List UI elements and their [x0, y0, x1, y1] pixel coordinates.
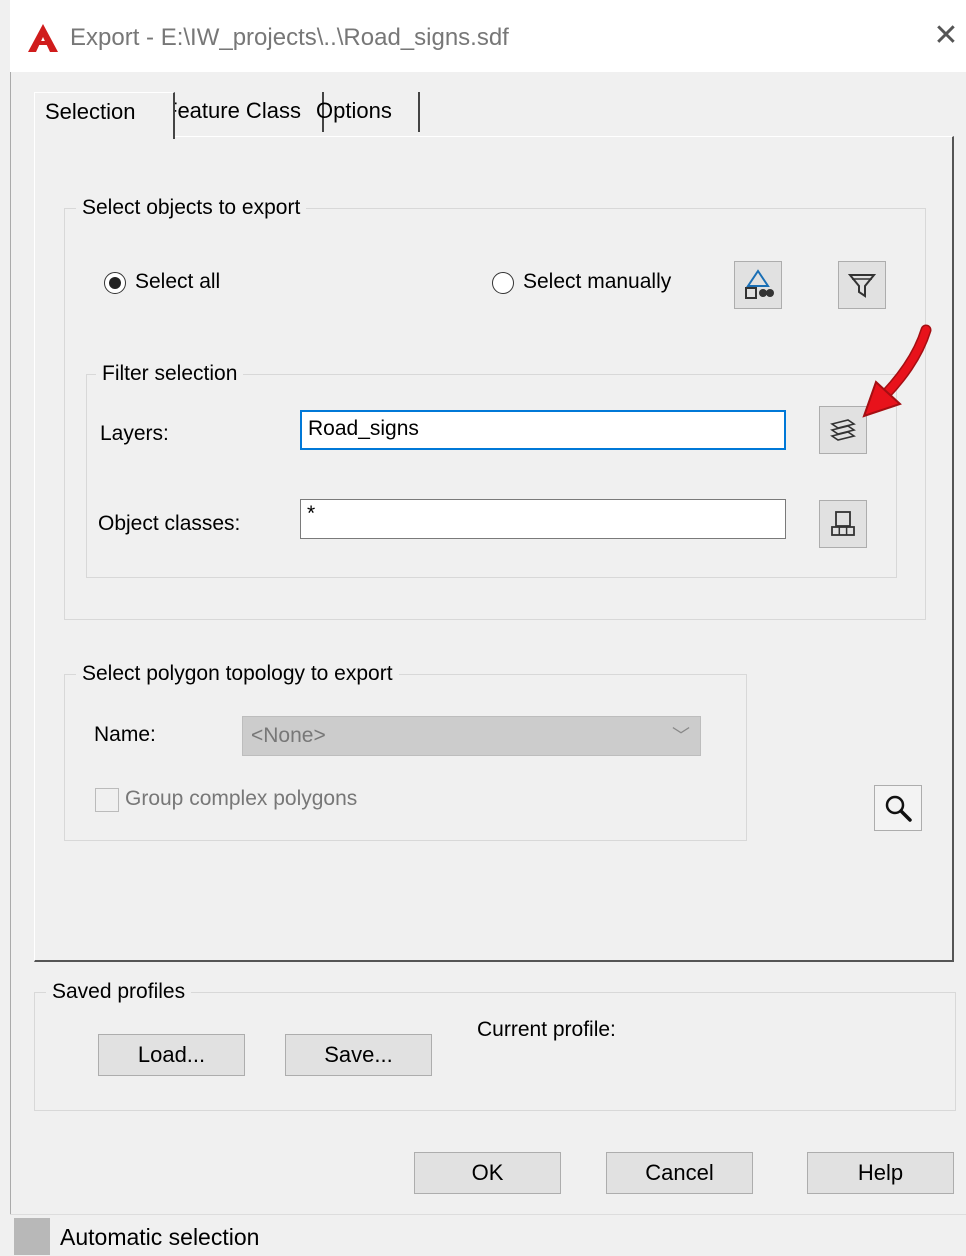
object-class-icon [831, 511, 855, 536]
object-classes-input[interactable]: * [300, 499, 786, 539]
filter-funnel-icon [847, 274, 877, 298]
close-icon[interactable]: ✕ [930, 20, 962, 52]
save-profile-button[interactable]: Save... [285, 1034, 432, 1076]
name-label: Name: [94, 723, 156, 746]
saved-profiles-legend: Saved profiles [46, 980, 192, 1004]
ok-button[interactable]: OK [414, 1152, 561, 1194]
select-objects-button[interactable] [734, 261, 782, 309]
group-complex-polygons-checkbox[interactable] [95, 788, 119, 812]
topology-name-value: <None> [251, 724, 326, 747]
status-text: Automatic selection [60, 1224, 260, 1250]
window-title: Export - E:\IW_projects\..\Road_signs.sd… [70, 24, 509, 51]
layers-icon [830, 419, 856, 441]
topology-name-select[interactable]: <None> ﹀ [242, 716, 701, 756]
layers-input[interactable]: Road_signs [300, 410, 786, 450]
cancel-button[interactable]: Cancel [606, 1152, 753, 1194]
chevron-down-icon: ﹀ [672, 726, 690, 746]
autocad-app-icon [28, 24, 58, 57]
filter-selection-legend: Filter selection [96, 362, 244, 386]
select-all-label[interactable]: Select all [135, 270, 220, 294]
group-complex-polygons-label[interactable]: Group complex polygons [125, 787, 357, 811]
status-bar-grip [14, 1218, 50, 1255]
layers-label: Layers: [100, 422, 169, 445]
select-objects-legend: Select objects to export [76, 196, 307, 220]
tab-feature-class[interactable]: Feature Class [154, 92, 324, 132]
select-objects-icon [745, 269, 774, 299]
object-classes-browse-button[interactable] [819, 500, 867, 548]
tab-selection[interactable]: Selection [34, 92, 175, 139]
tab-options[interactable]: Options [306, 92, 420, 132]
radio-selected-dot [109, 277, 121, 289]
select-all-radio[interactable] [104, 272, 126, 294]
magnifier-icon [885, 795, 912, 822]
filter-button[interactable] [838, 261, 886, 309]
help-button[interactable]: Help [807, 1152, 954, 1194]
object-classes-label: Object classes: [98, 512, 241, 535]
red-annotation-arrow [862, 324, 932, 418]
select-manually-radio[interactable] [492, 272, 514, 294]
load-profile-button[interactable]: Load... [98, 1034, 245, 1076]
zoom-preview-button[interactable] [874, 785, 922, 831]
filter-selection-group [86, 374, 897, 578]
polygon-topology-group [64, 674, 747, 841]
polygon-topology-legend: Select polygon topology to export [76, 662, 399, 686]
current-profile-label: Current profile: [477, 1018, 616, 1041]
select-manually-label[interactable]: Select manually [523, 270, 671, 294]
